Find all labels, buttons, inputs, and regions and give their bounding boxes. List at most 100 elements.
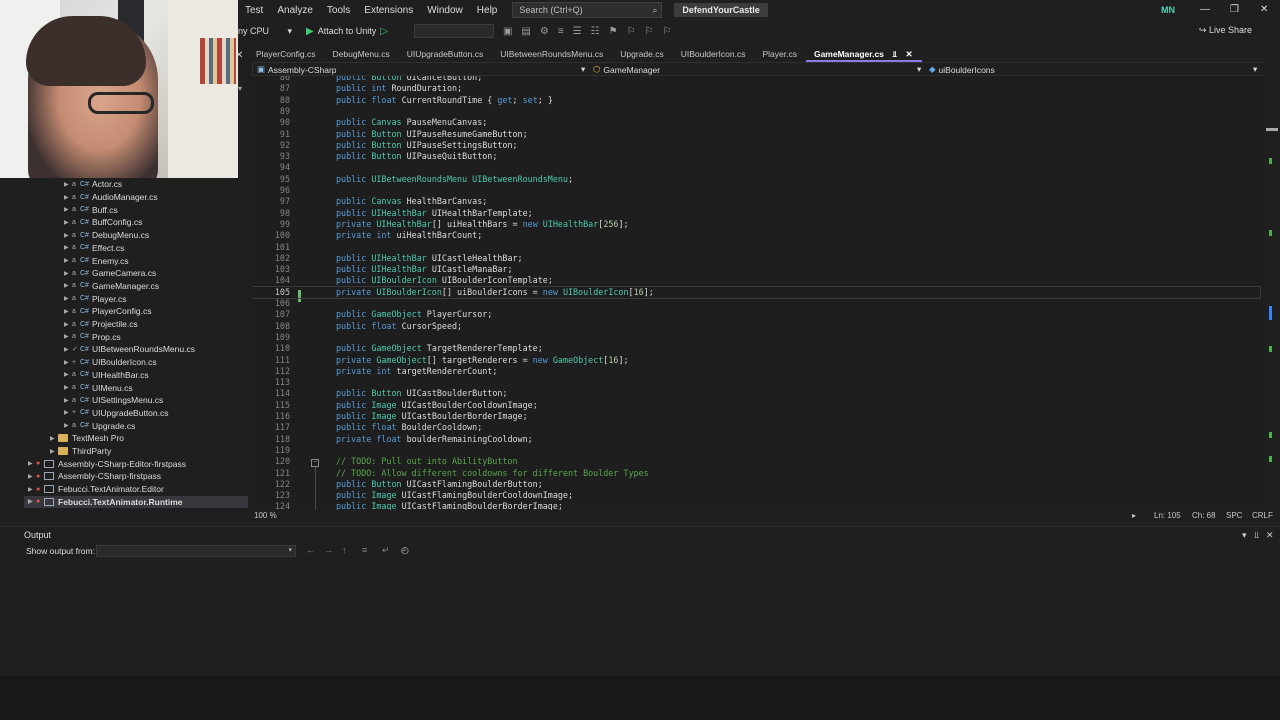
expand-icon[interactable]: ▶ bbox=[28, 498, 36, 505]
code-line[interactable]: 96 bbox=[252, 185, 1260, 196]
expand-icon[interactable]: ▶ bbox=[64, 422, 72, 429]
settings-icon[interactable]: ⚙ bbox=[540, 26, 549, 37]
minimize-icon[interactable]: — bbox=[1200, 4, 1210, 15]
code-line[interactable]: 102 public UIHealthBar UICastleHealthBar; bbox=[252, 253, 1260, 264]
code-line[interactable]: 95 public UIBetweenRoundsMenu UIBetweenRo… bbox=[252, 174, 1260, 185]
expand-icon[interactable]: ▶ bbox=[28, 486, 36, 493]
menu-tools[interactable]: Tools bbox=[320, 5, 357, 16]
expand-icon[interactable]: ▶ bbox=[64, 346, 72, 353]
solution-item[interactable]: ▶ a C# Prop.cs bbox=[64, 330, 248, 343]
code-line[interactable]: 111 private GameObject[] targetRenderers … bbox=[252, 355, 1260, 366]
expand-icon[interactable]: ▶ bbox=[64, 409, 72, 416]
bookmark-prev-icon[interactable]: ⚐ bbox=[627, 26, 636, 37]
line-endings[interactable]: CRLF bbox=[1252, 511, 1273, 520]
solution-item[interactable]: ▶ a C# Enemy.cs bbox=[64, 254, 248, 267]
expand-icon[interactable]: ▶ bbox=[64, 321, 72, 328]
word-wrap-icon[interactable]: ↵ bbox=[382, 545, 390, 556]
solution-item[interactable]: ▶ a C# Actor.cs bbox=[64, 178, 248, 191]
expand-icon[interactable]: ▶ bbox=[64, 194, 72, 201]
expand-icon[interactable]: ▶ bbox=[64, 270, 72, 277]
code-line[interactable]: 92 public Button UIPauseSettingsButton; bbox=[252, 140, 1260, 151]
code-line[interactable]: 119 bbox=[252, 445, 1260, 456]
code-line[interactable]: 93 public Button UIPauseQuitButton; bbox=[252, 151, 1260, 162]
chevron-down-icon[interactable]: ▾ bbox=[581, 64, 585, 75]
code-line[interactable]: 106 bbox=[252, 298, 1260, 309]
clock-icon[interactable]: ◴ bbox=[401, 545, 409, 556]
code-line[interactable]: 115 public Image UICastBoulderCooldownIma… bbox=[252, 400, 1260, 411]
code-line[interactable]: 122 public Button UICastFlamingBoulderBut… bbox=[252, 479, 1260, 490]
tab-gamemanager[interactable]: GameManager.cs ⫫ ✕ bbox=[805, 47, 922, 62]
solution-item[interactable]: ▶ a C# UISettingsMenu.cs bbox=[64, 394, 248, 407]
attach-to-unity-button[interactable]: ▶ Attach to Unity ▷ bbox=[306, 26, 388, 37]
code-line[interactable]: 103 public UIHealthBar UICastleManaBar; bbox=[252, 264, 1260, 275]
code-line[interactable]: 110 public GameObject TargetRendererTempl… bbox=[252, 343, 1260, 354]
code-line[interactable]: 98 public UIHealthBar UIHealthBarTemplate… bbox=[252, 208, 1260, 219]
expand-icon[interactable]: ▶ bbox=[64, 219, 72, 226]
code-line[interactable]: 87 public int RoundDuration; bbox=[252, 83, 1260, 94]
class-dropdown[interactable]: ⬡ GameManager bbox=[593, 64, 660, 75]
live-share-button[interactable]: ↪ Live Share bbox=[1199, 25, 1252, 36]
tab-debugmenu[interactable]: DebugMenu.cs bbox=[325, 47, 399, 62]
code-line[interactable]: 114 public Button UICastBoulderButton; bbox=[252, 388, 1260, 399]
solution-item[interactable]: ▶ ● Febucci.TextAnimator.Runtime bbox=[24, 495, 248, 509]
code-line[interactable]: 86 public Button UICancelButton; bbox=[252, 76, 1260, 83]
tab-playerconfig[interactable]: PlayerConfig.cs bbox=[248, 47, 325, 62]
code-line[interactable]: 118 private float boulderRemainingCooldow… bbox=[252, 434, 1260, 445]
expand-icon[interactable]: ▶ bbox=[64, 384, 72, 391]
code-line[interactable]: 88 public float CurrentRoundTime { get; s… bbox=[252, 95, 1260, 106]
format-icon[interactable]: ☰ bbox=[573, 26, 582, 37]
menu-window[interactable]: Window bbox=[420, 5, 470, 16]
expand-icon[interactable]: ▶ bbox=[64, 206, 72, 213]
solution-item[interactable]: ▶ a C# Buff.cs bbox=[64, 203, 248, 216]
expand-icon[interactable]: ▶ bbox=[28, 460, 36, 467]
project-dropdown[interactable]: ▣ Assembly-CSharp bbox=[257, 64, 337, 75]
solution-item[interactable]: ▶ + C# UIUpgradeButton.cs bbox=[64, 407, 248, 420]
solution-item[interactable]: ▶ a C# Projectile.cs bbox=[64, 318, 248, 331]
solution-item[interactable]: ▶ a C# PlayerConfig.cs bbox=[64, 305, 248, 318]
menu-extensions[interactable]: Extensions bbox=[357, 5, 420, 16]
find-icon[interactable]: ← bbox=[306, 545, 315, 555]
chevron-down-icon[interactable]: ▾ bbox=[238, 84, 242, 93]
solution-item[interactable]: ▶ a C# GameCamera.cs bbox=[64, 267, 248, 280]
expand-icon[interactable]: ▶ bbox=[64, 181, 72, 188]
pin-icon[interactable]: ⫫ bbox=[1254, 530, 1259, 541]
solution-item[interactable]: ▶ ✓ C# UIBetweenRoundsMenu.cs bbox=[64, 343, 248, 356]
pin-icon[interactable]: ⫫ bbox=[892, 49, 897, 59]
zoom-level[interactable]: 100 % bbox=[254, 511, 277, 520]
tab-uibetweenroundsmenu[interactable]: UIBetweenRoundsMenu.cs bbox=[492, 47, 612, 62]
code-line[interactable]: 90 public Canvas PauseMenuCanvas; bbox=[252, 117, 1260, 128]
scroll-right-icon[interactable]: ▸ bbox=[1132, 511, 1136, 520]
code-line[interactable]: 113 bbox=[252, 377, 1260, 388]
solution-item[interactable]: ▶ a C# BuffConfig.cs bbox=[64, 216, 248, 229]
code-line[interactable]: 91 public Button UIPauseResumeGameButton; bbox=[252, 129, 1260, 140]
menu-test[interactable]: Test bbox=[238, 5, 270, 16]
solution-item[interactable]: ▶ a C# GameManager.cs bbox=[64, 280, 248, 293]
expand-icon[interactable]: ▶ bbox=[64, 232, 72, 239]
tab-upgrade[interactable]: Upgrade.cs bbox=[612, 47, 672, 62]
code-line[interactable]: 123 public Image UICastFlamingBoulderCool… bbox=[252, 490, 1260, 501]
code-line[interactable]: 109 bbox=[252, 332, 1260, 343]
code-line[interactable]: 107 public GameObject PlayerCursor; bbox=[252, 309, 1260, 320]
chevron-down-icon[interactable]: ▾ bbox=[1253, 64, 1257, 75]
output-source-dropdown[interactable]: ▾ bbox=[96, 545, 296, 557]
indent-icon[interactable]: ≡ bbox=[558, 26, 564, 37]
solution-item[interactable]: ▶ ThirdParty bbox=[50, 445, 248, 458]
solution-item[interactable]: ▶ TextMesh Pro bbox=[50, 432, 248, 445]
code-line[interactable]: 94 bbox=[252, 162, 1260, 173]
bookmark-next-icon[interactable]: ⚐ bbox=[645, 26, 654, 37]
code-line[interactable]: 105 private UIBoulderIcon[] uiBoulderIcon… bbox=[252, 285, 1261, 300]
solution-item[interactable]: ▶ ● Assembly-CSharp-firstpass bbox=[28, 470, 248, 483]
layout-icon[interactable]: ▤ bbox=[521, 26, 530, 37]
tab-player[interactable]: Player.cs bbox=[754, 47, 806, 62]
code-line[interactable]: 120 // TODO: Pull out into AbilityButton bbox=[252, 456, 1260, 467]
bookmark-icon[interactable]: ⚑ bbox=[609, 26, 618, 37]
code-line[interactable]: 104 public UIBoulderIcon UIBoulderIconTem… bbox=[252, 275, 1260, 286]
vertical-scrollbar[interactable] bbox=[1264, 62, 1280, 512]
comment-icon[interactable]: ☷ bbox=[591, 26, 600, 37]
expand-icon[interactable]: ▶ bbox=[64, 397, 72, 404]
expand-icon[interactable]: ▶ bbox=[64, 295, 72, 302]
code-line[interactable]: 121 // TODO: Allow different cooldowns fo… bbox=[252, 468, 1260, 479]
code-line[interactable]: 112 private int targetRendererCount; bbox=[252, 366, 1260, 377]
expand-icon[interactable]: ▶ bbox=[64, 308, 72, 315]
solution-item[interactable]: ▶ + C# UIBoulderIcon.cs bbox=[64, 356, 248, 369]
